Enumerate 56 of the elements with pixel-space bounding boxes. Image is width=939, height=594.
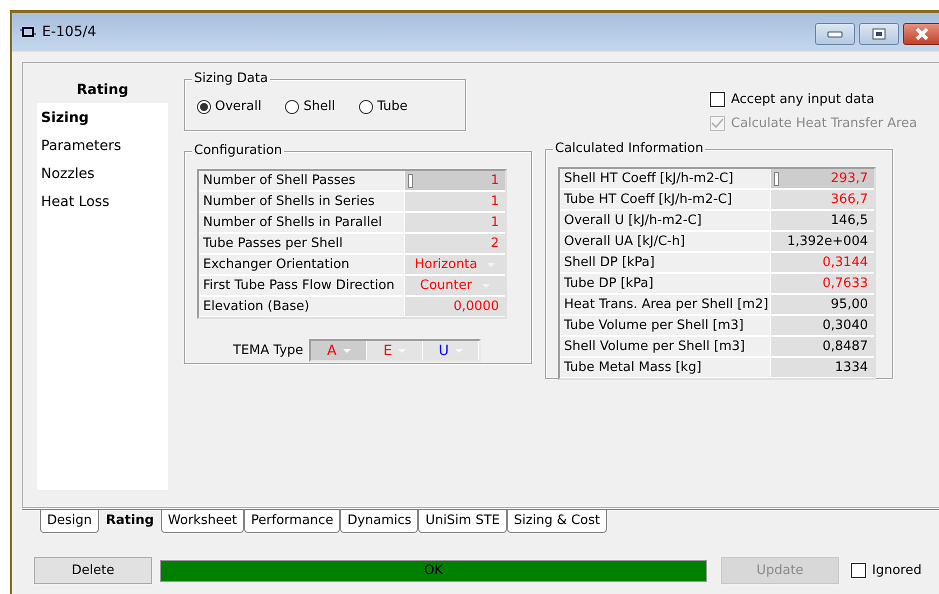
value-field[interactable]: 1334 [771,358,874,377]
sidebar-item[interactable]: Nozzles [37,162,99,190]
value-field[interactable]: 95,00 [771,295,874,314]
value-field[interactable]: 146,5 [771,211,874,230]
maximize-icon [871,28,887,40]
delete-button[interactable]: Delete [34,557,152,584]
close-icon [914,27,930,41]
row-label: First Tube Pass Flow Direction [199,276,404,296]
sidebar-item[interactable]: Heat Loss [37,190,114,218]
status-bar: OK [160,560,707,582]
checkbox[interactable]: Ignored [851,563,922,578]
row-label: Elevation (Base) [199,297,404,317]
update-button: Update [721,557,839,584]
radio-button[interactable]: Tube [359,99,408,114]
row-label: Tube DP [kPa] [560,274,770,294]
heat-exchanger-icon [20,26,36,38]
text-cursor-icon [408,174,413,188]
row-label: Number of Shells in Parallel [199,213,404,233]
close-button[interactable] [903,23,939,45]
row-label: Overall U [kJ/h-m2-C] [560,211,770,231]
tab[interactable]: Sizing & Cost [506,509,607,533]
sidebar-item[interactable]: Parameters [37,134,126,162]
sidebar-heading: Rating [76,81,128,100]
tab[interactable]: UniSim STE [418,509,507,533]
maximize-button[interactable] [859,23,899,45]
window-title: E-105/4 [42,24,96,40]
row-label: Shell HT Coeff [kJ/h-m2-C] [560,169,770,189]
row-label: Number of Shells in Series [199,192,404,212]
tab[interactable]: Design [40,509,99,533]
minimize-button[interactable] [815,23,855,45]
row-label: Tube Passes per Shell [199,234,404,254]
group-title: Sizing Data [192,71,270,87]
tab[interactable]: Worksheet [160,509,244,533]
field-label: TEMA Type [233,343,304,358]
row-label: Tube Metal Mass [kg] [560,358,770,378]
row-label: Number of Shell Passes [199,171,404,191]
minimize-icon [827,30,843,38]
value-field[interactable]: 1,392e+004 [771,232,874,251]
dropdown-field[interactable]: U [423,341,480,360]
tab[interactable]: Dynamics [340,509,418,533]
row-label: Shell DP [kPa] [560,253,770,273]
radio-button[interactable]: Overall [197,99,262,114]
sidebar-item[interactable]: Sizing [37,106,93,134]
checkbox[interactable]: Accept any input data [710,92,935,107]
text-cursor-icon [774,172,779,186]
radio-button[interactable]: Shell [285,99,336,114]
value-field[interactable]: 0,3040 [771,316,874,335]
tab[interactable]: Performance [244,509,340,533]
row-label: Tube HT Coeff [kJ/h-m2-C] [560,190,770,210]
row-label: Heat Trans. Area per Shell [m2] [560,295,770,315]
row-label: Overall UA [kJ/C-h] [560,232,770,252]
row-label: Shell Volume per Shell [m3] [560,337,770,357]
value-field[interactable]: 0,8487 [771,337,874,356]
row-label: Tube Volume per Shell [m3] [560,316,770,336]
row-label: Exchanger Orientation [199,255,404,275]
group-title: Configuration [192,143,284,159]
